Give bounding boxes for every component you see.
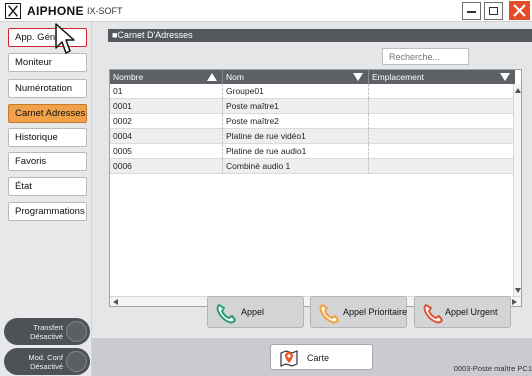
table-row[interactable]: 0006 Combiné audio 1 xyxy=(110,159,515,174)
title-bar: AIPHONE IX-SOFT xyxy=(0,0,532,22)
mouse-cursor-icon xyxy=(55,23,75,54)
sidebar-item-historique[interactable]: Historique xyxy=(8,128,87,147)
map-button[interactable]: Carte xyxy=(270,344,373,370)
cell-nombre: 0005 xyxy=(110,144,223,159)
cell-nom: Groupe01 xyxy=(223,84,369,99)
table-body: 01 Groupe01 0001 Poste maître1 0002 Post… xyxy=(110,84,515,174)
cell-emplacement xyxy=(369,159,515,174)
transfer-status: Transfert Désactivé xyxy=(30,323,63,341)
main-panel: ■Carnet D'Adresses Nombre Nom Emplacemen… xyxy=(92,22,532,376)
address-book-table: Nombre Nom Emplacement 01 Groupe01 0001 … xyxy=(109,69,522,307)
call-button[interactable]: Appel xyxy=(207,296,304,328)
mod-conf-state: Désactivé xyxy=(30,362,63,371)
sidebar-item-label: Favoris xyxy=(15,156,47,167)
urgent-call-button[interactable]: Appel Urgent xyxy=(414,296,511,328)
station-label: 0003-Poste maître PC1 xyxy=(453,364,532,373)
sidebar: App. Gén. Moniteur Numérotation Carnet A… xyxy=(0,22,92,376)
sidebar-item-label: État xyxy=(15,181,32,192)
phone-handset-icon xyxy=(216,304,236,324)
cell-nom: Poste maître2 xyxy=(223,114,369,129)
sidebar-item-label: Moniteur xyxy=(15,57,52,68)
sidebar-item-etat[interactable]: État xyxy=(8,177,87,196)
sidebar-item-label: Carnet Adresses xyxy=(15,108,86,119)
table-row[interactable]: 0002 Poste maître2 xyxy=(110,114,515,129)
transfer-toggle[interactable]: Transfert Désactivé xyxy=(4,318,90,345)
sidebar-item-numerotation[interactable]: Numérotation xyxy=(8,79,87,98)
priority-call-button[interactable]: Appel Prioritaire xyxy=(310,296,407,328)
sidebar-item-label: Programmations xyxy=(15,206,85,217)
scroll-up-icon[interactable] xyxy=(515,88,521,93)
close-icon xyxy=(513,4,526,17)
brand-name: AIPHONE xyxy=(27,4,84,18)
urgent-call-label: Appel Urgent xyxy=(445,307,498,317)
toggle-knob-icon xyxy=(66,351,87,372)
sort-up-icon xyxy=(207,73,217,81)
cell-nom: Platine de rue vidéo1 xyxy=(223,129,369,144)
scroll-left-icon[interactable] xyxy=(113,299,118,305)
sidebar-item-programmations[interactable]: Programmations xyxy=(8,202,87,221)
close-button[interactable] xyxy=(509,1,530,20)
cell-emplacement xyxy=(369,129,515,144)
table-header: Nombre Nom Emplacement xyxy=(110,70,515,84)
cell-nombre: 01 xyxy=(110,84,223,99)
column-header-nom[interactable]: Nom xyxy=(223,70,369,84)
column-header-nombre[interactable]: Nombre xyxy=(110,70,223,84)
cell-nombre: 0001 xyxy=(110,99,223,114)
table-row[interactable]: 0005 Platine de rue audio1 xyxy=(110,144,515,159)
priority-call-label: Appel Prioritaire xyxy=(343,307,408,317)
table-row[interactable]: 0004 Platine de rue vidéo1 xyxy=(110,129,515,144)
cell-emplacement xyxy=(369,144,515,159)
column-label: Nom xyxy=(226,72,244,82)
cell-nom: Combiné audio 1 xyxy=(223,159,369,174)
column-label: Nombre xyxy=(113,72,144,82)
phone-handset-icon xyxy=(423,304,443,324)
sort-down-icon xyxy=(353,73,363,81)
transfer-state: Désactivé xyxy=(30,332,63,341)
toggle-knob-icon xyxy=(66,321,87,342)
column-label: Emplacement xyxy=(372,72,424,82)
phone-handset-icon xyxy=(319,304,339,324)
section-title: ■Carnet D'Adresses xyxy=(108,29,532,42)
cell-nombre: 0004 xyxy=(110,129,223,144)
sidebar-item-label: Numérotation xyxy=(15,83,73,94)
search-input[interactable] xyxy=(382,48,469,65)
mod-conf-toggle[interactable]: Mod. Conf Désactivé xyxy=(4,348,90,375)
cell-nom: Poste maître1 xyxy=(223,99,369,114)
map-label: Carte xyxy=(307,353,330,363)
cell-nombre: 0002 xyxy=(110,114,223,129)
aiphone-logo-icon xyxy=(5,3,21,19)
map-pin-icon xyxy=(280,350,298,367)
transfer-label: Transfert xyxy=(33,323,63,332)
cell-emplacement xyxy=(369,84,515,99)
cell-nom: Platine de rue audio1 xyxy=(223,144,369,159)
cell-nombre: 0006 xyxy=(110,159,223,174)
cell-emplacement xyxy=(369,114,515,129)
scroll-down-icon[interactable] xyxy=(515,288,521,293)
cell-emplacement xyxy=(369,99,515,114)
minimize-button[interactable] xyxy=(462,2,481,20)
column-header-emplacement[interactable]: Emplacement xyxy=(369,70,515,84)
product-name: IX-SOFT xyxy=(87,6,123,16)
mod-conf-status: Mod. Conf Désactivé xyxy=(28,353,63,371)
maximize-button[interactable] xyxy=(484,2,503,20)
bottom-bar: Carte 0003-Poste maître PC1 xyxy=(92,338,532,376)
vertical-scrollbar[interactable] xyxy=(513,84,521,297)
call-label: Appel xyxy=(241,307,265,317)
table-row[interactable]: 01 Groupe01 xyxy=(110,84,515,99)
mod-conf-label: Mod. Conf xyxy=(28,353,63,362)
sidebar-item-favoris[interactable]: Favoris xyxy=(8,152,87,171)
sidebar-item-carnet-adresses[interactable]: Carnet Adresses xyxy=(8,104,87,123)
table-row[interactable]: 0001 Poste maître1 xyxy=(110,99,515,114)
scroll-right-icon[interactable] xyxy=(512,299,517,305)
sidebar-item-label: Historique xyxy=(15,132,58,143)
sort-down-icon xyxy=(500,73,510,81)
